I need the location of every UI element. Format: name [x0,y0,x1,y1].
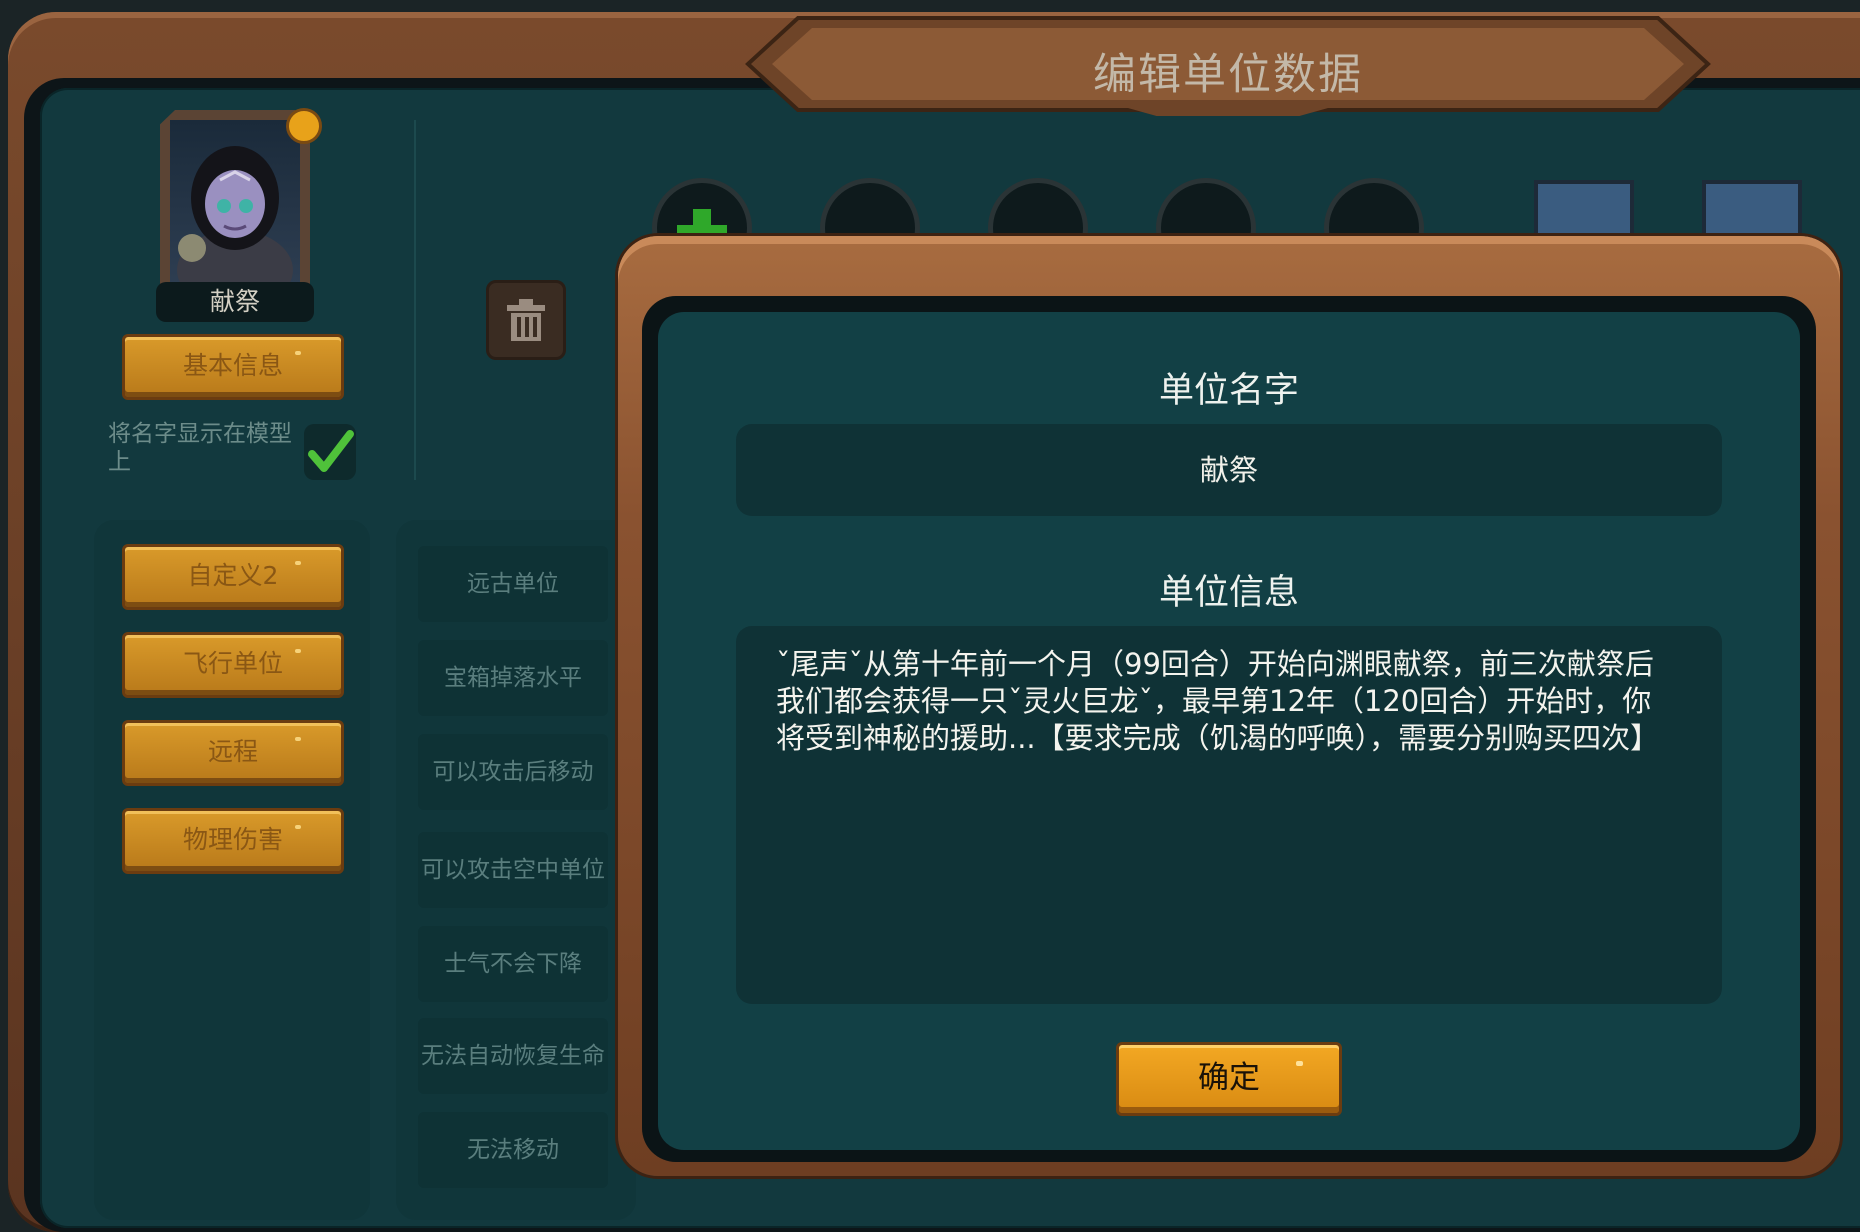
badge-icon [286,108,322,144]
attribute-item[interactable]: 宝箱掉落水平 [418,640,608,716]
attribute-item[interactable]: 无法移动 [418,1112,608,1188]
show-name-checkbox[interactable] [304,424,356,480]
attribute-item[interactable]: 远古单位 [418,546,608,622]
tag-button-ranged[interactable]: 远程 [122,720,344,786]
trash-icon [507,299,545,341]
window-title: 编辑单位数据 [1093,50,1363,100]
divider [414,120,416,480]
basic-info-button[interactable]: 基本信息 [122,334,344,400]
character-art [177,146,293,286]
attribute-item[interactable]: 可以攻击后移动 [418,734,608,810]
portrait-image [170,120,300,286]
name-field-label: 单位名字 [1158,371,1299,411]
show-name-label: 将名字显示在模型上 [108,421,292,475]
unit-portrait[interactable] [160,110,310,290]
unit-info-text: ˇ尾声ˇ从第十年前一个月（99回合）开始向渊眼献祭，前三次献祭后我们都会获得一只… [776,647,1660,755]
portrait-name: 献祭 [156,282,314,322]
check-icon [308,430,354,472]
tag-button-custom2[interactable]: 自定义2 [122,544,344,610]
tag-button-physical[interactable]: 物理伤害 [122,808,344,874]
attribute-item[interactable]: 无法自动恢复生命 [418,1018,608,1094]
unit-name-input[interactable]: 献祭 [736,424,1722,516]
confirm-button[interactable]: 确定 [1116,1042,1342,1116]
title-banner: 编辑单位数据 [728,12,1728,116]
delete-button[interactable] [486,280,566,360]
info-field-label: 单位信息 [1158,573,1299,613]
attribute-item[interactable]: 士气不会下降 [418,926,608,1002]
tag-button-flying[interactable]: 飞行单位 [122,632,344,698]
unit-info-textarea[interactable]: ˇ尾声ˇ从第十年前一个月（99回合）开始向渊眼献祭，前三次献祭后我们都会获得一只… [736,626,1722,1004]
attribute-item[interactable]: 可以攻击空中单位 [418,832,608,908]
